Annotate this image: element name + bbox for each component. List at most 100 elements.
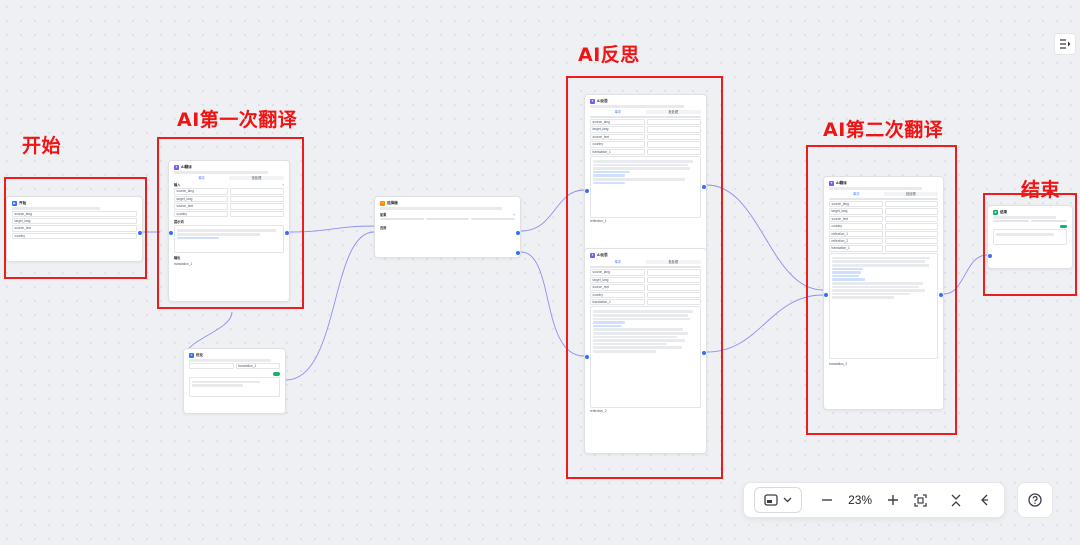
reflect1-input-4[interactable]: translation_1 [590,148,645,156]
zoom-out-button[interactable] [818,488,838,512]
ai1-add-input[interactable]: + [282,183,284,187]
ai1-output-port[interactable] [285,231,289,235]
ai1-prompt-box[interactable] [174,225,284,254]
zoom-in-button[interactable] [883,488,903,512]
cond-if-port[interactable] [516,231,520,235]
ai2-tab-single[interactable]: 单次 [829,191,884,196]
ai2-input-port[interactable] [824,293,828,297]
end-prompt-box[interactable] [993,229,1067,246]
reflect1-input-port[interactable] [585,189,589,193]
cond-else-label: 否则 [380,226,387,230]
cond-add-condition[interactable]: + [513,213,515,217]
ai2-input-6[interactable]: translation_1 [829,245,883,252]
ai1-tab-single[interactable]: 单次 [174,175,229,180]
run-log-icon [1060,39,1071,49]
plus-icon [887,495,898,505]
ai1-input-1[interactable]: target_lang [174,195,228,203]
ai-reflect-1-node[interactable]: ✦ AI反思 单次 批处理 source_lang target_lang sour… [584,94,707,256]
reflect2-input-2[interactable]: source_text [590,284,645,291]
ai1-tabs: 单次 批处理 [174,175,284,180]
zoom-level: 23% [848,493,873,507]
end-node[interactable]: ■ 结束 [987,205,1073,269]
ai2-prompt-box[interactable] [829,252,938,359]
reflect1-input-2[interactable]: source_text [590,133,645,141]
ai-translate-2-node[interactable]: ✦ AI翻译 单次 批处理 source_lang target_lang sour… [823,176,944,410]
ai1-input-0[interactable]: source_lang [174,188,228,195]
end-toggle[interactable] [1060,224,1067,229]
reflect2-title: AI反思 [597,253,608,258]
reflect1-input-0[interactable]: source_lang [590,119,645,126]
collapse-button[interactable] [946,488,966,512]
minimap-toggle[interactable] [754,487,802,513]
reflect1-prompt-box[interactable] [590,156,701,219]
end-input-port[interactable] [988,254,992,258]
start-node-title: 开始 [19,201,27,206]
ai2-input-0[interactable]: source_lang [829,201,883,208]
fit-view-button[interactable] [911,488,931,512]
help-button[interactable] [1017,482,1053,518]
reflect1-input-3[interactable]: country [590,141,645,148]
reflect1-output-var: reflection_1 [590,219,607,224]
ai1-prompt-label: 提示词 [174,220,184,225]
minus-icon [822,499,833,501]
ai2-tab-batch[interactable]: 批处理 [884,192,939,196]
reflect2-input-3[interactable]: country [590,291,645,299]
ai1-output-var: translation_1 [174,261,193,266]
ai2-input-4[interactable]: reflection_1 [829,230,883,238]
annotation-start: 开始 [22,135,62,157]
ai2-title: AI翻译 [836,181,847,186]
reflect2-input-0[interactable]: source_lang [590,269,645,276]
reflect2-tab-single[interactable]: 单次 [590,260,646,265]
run-log-button[interactable] [1054,33,1076,55]
ai2-input-2[interactable]: source_text [829,215,883,223]
annotation-end: 结束 [1021,179,1061,201]
ai2-input-3[interactable]: country [829,223,883,230]
start-output-port[interactable] [138,231,142,235]
ai1-title: AI翻译 [181,165,192,170]
chevron-down-icon [783,497,792,503]
aux-prompt-box[interactable] [189,376,280,397]
ai2-output-var: translation_2 [829,361,848,366]
ai1-input-label: 输入 [174,183,181,187]
chevron-left-icon [981,494,989,506]
reflect2-prompt-box[interactable] [590,306,701,409]
aux-output-var: translation_1 [235,362,280,369]
end-node-title: 结束 [1000,210,1008,215]
reflect1-tab-batch[interactable]: 批处理 [646,110,702,114]
canvas-toolbar: 23% [743,482,1005,518]
reflect2-input-port[interactable] [585,355,589,359]
llm-node-icon: ✦ [829,181,834,186]
condition-node[interactable]: ⑂ 选择器 如果 + 否则 [374,196,521,258]
aux-title: 优化 [196,353,204,358]
reflect1-output-port[interactable] [702,185,706,189]
ai1-tab-batch[interactable]: 批处理 [229,176,284,180]
start-input-0: source_lang [12,210,137,217]
cond-if-label: 如果 [380,212,387,217]
ai1-input-2[interactable]: source_text [174,203,228,210]
reflect2-input-1[interactable]: target_lang [590,276,645,284]
reflect2-output-port[interactable] [702,351,706,355]
cond-title: 选择器 [387,201,398,206]
reflect2-tab-batch[interactable]: 批处理 [646,260,702,264]
start-node[interactable]: ▶ 开始 source_lang target_lang source_text … [6,196,143,262]
reflect2-input-4[interactable]: translation_1 [590,299,645,306]
start-input-2: source_text [12,225,137,232]
ai2-output-port[interactable] [939,293,943,297]
ai-translate-1-node[interactable]: ✦ AI翻译 单次 批处理 输入 + source_lang target_lang… [168,160,290,302]
back-button[interactable] [974,488,994,512]
ai1-input-3[interactable]: country [174,210,228,218]
annotation-second-translate: AI第二次翻译 [823,119,944,141]
start-node-icon: ▶ [12,201,17,206]
ai1-input-port[interactable] [169,231,173,235]
reflect2-output-var: reflection_2 [590,409,607,414]
help-icon [1028,493,1042,507]
collapse-icon [951,494,961,506]
reflect1-tab-single[interactable]: 单次 [590,109,646,114]
ai-reflect-2-node[interactable]: ✦ AI反思 单次 批处理 source_lang target_lang sour… [584,248,707,454]
cond-else-port[interactable] [516,251,520,255]
ai2-input-5[interactable]: reflection_2 [829,238,883,245]
aux-node[interactable]: ≡ 优化 translation_1 [183,348,286,414]
reflect1-input-1[interactable]: target_lang [590,126,645,133]
aux-toggle[interactable] [273,372,280,376]
ai2-input-1[interactable]: target_lang [829,208,883,215]
